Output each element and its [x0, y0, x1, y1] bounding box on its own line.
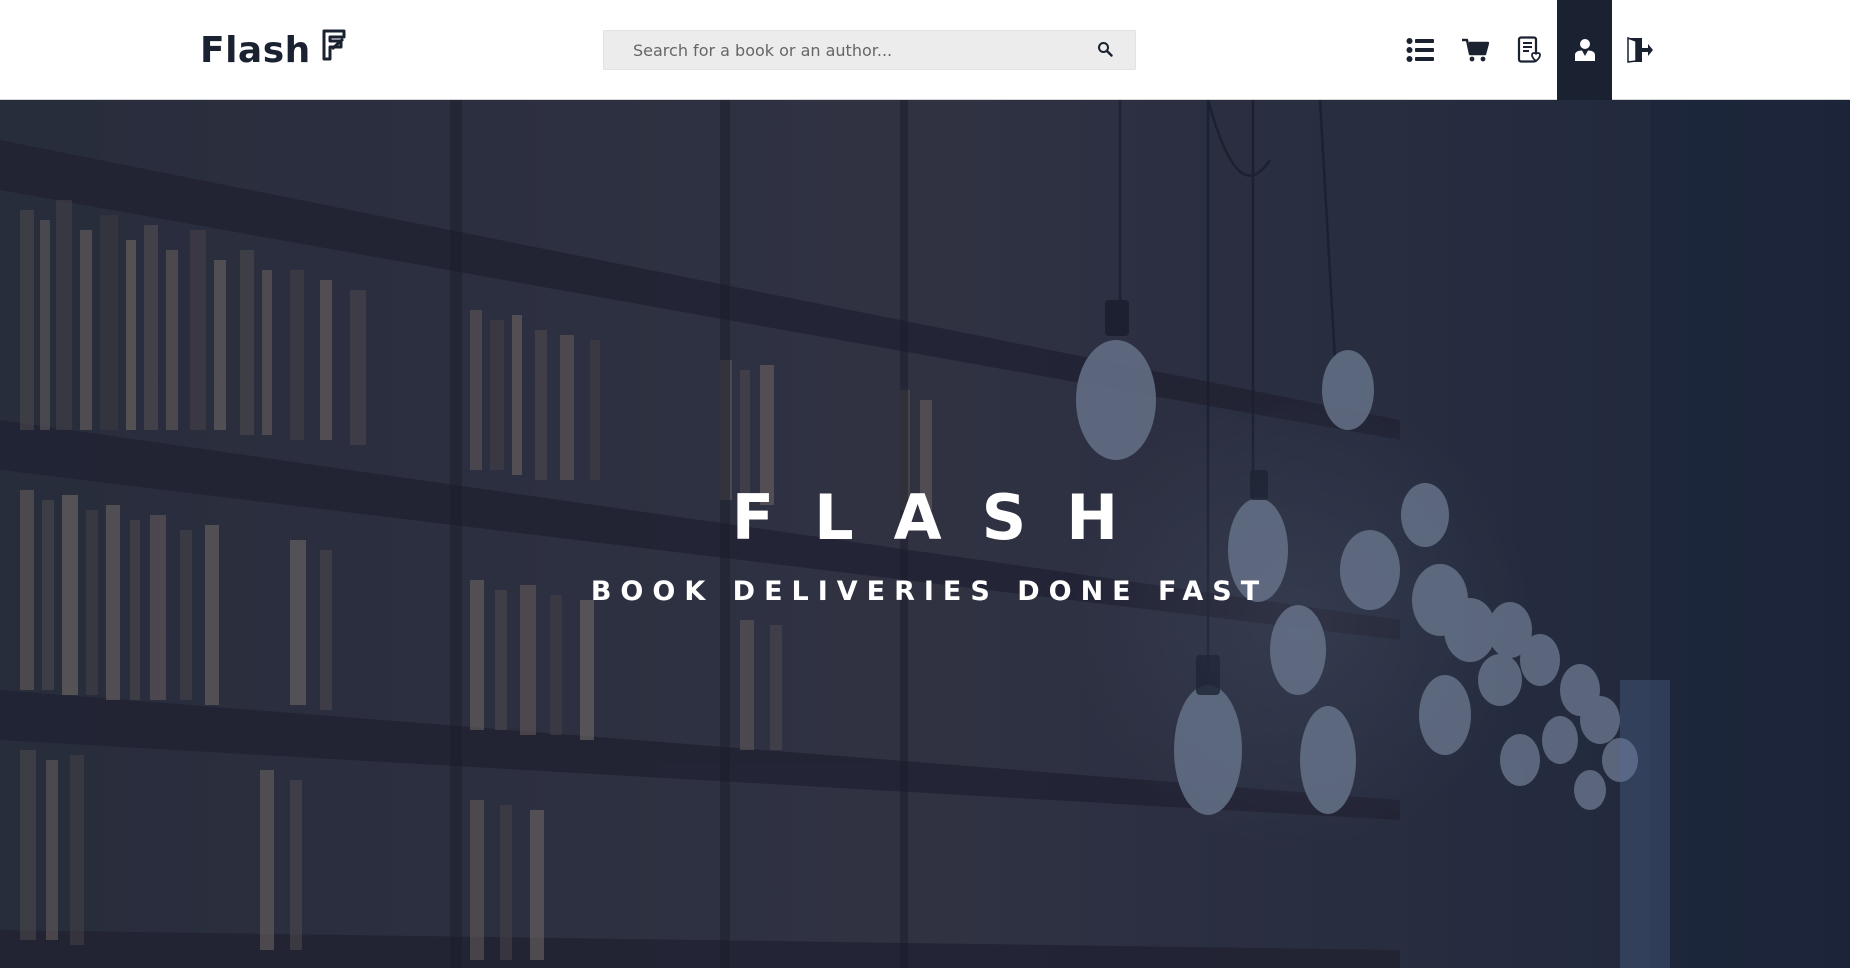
brand-name: Flash — [200, 29, 311, 71]
list-icon — [1406, 37, 1434, 63]
hero-title: FLASH — [731, 481, 1159, 554]
search-button[interactable] — [1075, 31, 1135, 69]
cart-icon — [1461, 37, 1489, 63]
nav-logout-button[interactable] — [1612, 0, 1667, 100]
nav-orders-button[interactable] — [1502, 0, 1557, 100]
nav-icon-bar — [1392, 0, 1667, 100]
nav-profile-button[interactable] — [1557, 0, 1612, 100]
brand-logo-link[interactable]: Flash — [200, 28, 347, 72]
nav-cart-button[interactable] — [1447, 0, 1502, 100]
top-navbar: Flash — [0, 0, 1850, 100]
search-input[interactable] — [604, 31, 1075, 69]
logout-icon — [1626, 37, 1654, 63]
user-icon — [1574, 38, 1596, 62]
search-icon — [1097, 41, 1113, 60]
receipt-icon — [1517, 36, 1543, 64]
nav-catalog-button[interactable] — [1392, 0, 1447, 100]
search-bar — [603, 30, 1136, 70]
flash-logo-icon — [321, 29, 347, 61]
hero-section: FLASH BOOK DELIVERIES DONE FAST — [0, 100, 1850, 968]
hero-subtitle: BOOK DELIVERIES DONE FAST — [590, 576, 1269, 607]
